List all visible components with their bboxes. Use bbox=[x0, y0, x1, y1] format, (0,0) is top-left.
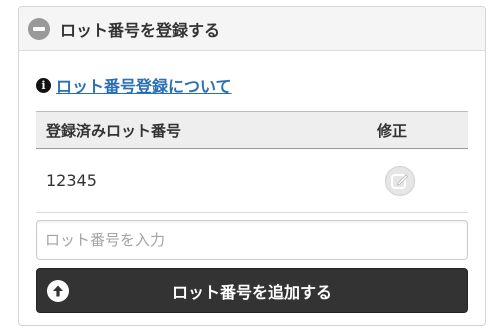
panel-title: ロット番号を登録する bbox=[60, 20, 221, 40]
minus-circle-icon[interactable] bbox=[28, 17, 50, 40]
table-header: 登録済みロット番号 修正 bbox=[36, 111, 468, 149]
lot-number-cell: 12345 bbox=[46, 171, 97, 190]
panel-header[interactable]: ロット番号を登録する bbox=[19, 7, 485, 51]
column-header-edit: 修正 bbox=[377, 121, 408, 140]
column-header-lot-number: 登録済みロット番号 bbox=[46, 121, 182, 140]
edit-cell bbox=[364, 165, 468, 196]
lot-number-input[interactable] bbox=[36, 220, 468, 260]
lot-registration-help-link[interactable]: ロット番号登録について bbox=[56, 73, 232, 97]
info-circle-icon: i bbox=[36, 77, 51, 93]
add-lot-number-button[interactable]: ロット番号を追加する bbox=[36, 268, 468, 313]
arrow-up-circle-icon bbox=[47, 280, 69, 302]
lot-registration-panel: ロット番号を登録する i ロット番号登録について 登録済みロット番号 修正 12… bbox=[18, 6, 486, 326]
registered-lot-table: 登録済みロット番号 修正 12345 bbox=[36, 111, 468, 213]
table-row: 12345 bbox=[36, 149, 468, 213]
edit-icon bbox=[391, 173, 409, 189]
info-row: i ロット番号登録について bbox=[36, 73, 232, 97]
edit-button[interactable] bbox=[385, 165, 415, 196]
add-button-label: ロット番号を追加する bbox=[171, 282, 332, 302]
